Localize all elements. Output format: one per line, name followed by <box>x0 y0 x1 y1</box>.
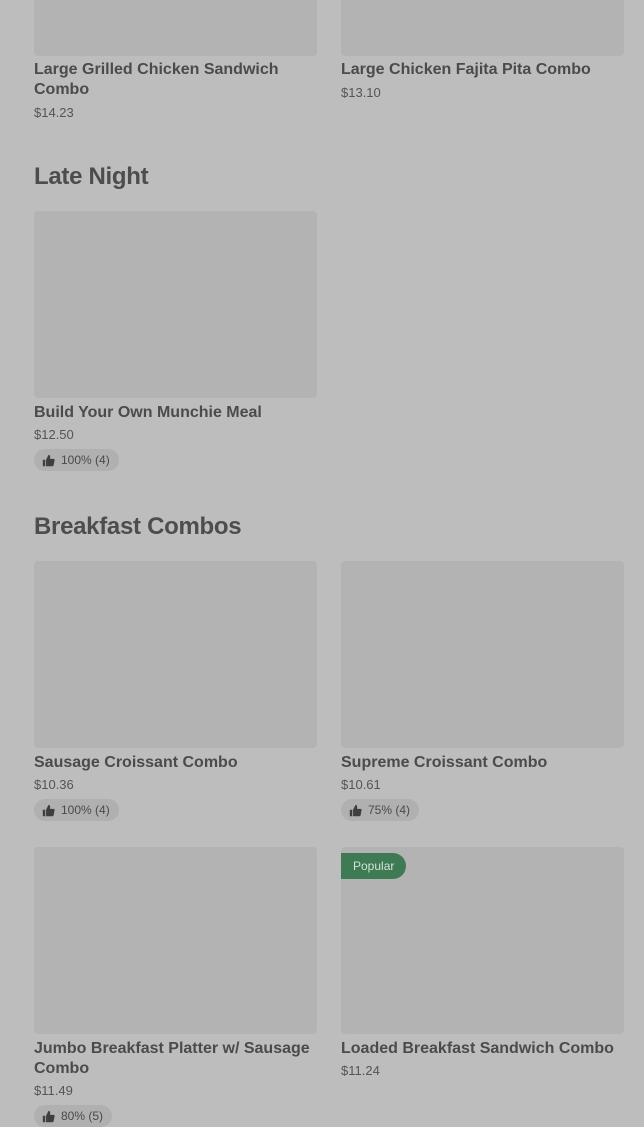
item-price: $14.23 <box>34 105 74 120</box>
rating-text: 100% (4) <box>61 803 110 817</box>
rating-badge: 80% (5) <box>34 1105 113 1127</box>
item-image <box>34 0 317 56</box>
rating-badge: 100% (4) <box>34 799 119 821</box>
item-image <box>341 561 624 748</box>
rating-text: 80% (5) <box>61 1109 104 1123</box>
item-name: Build Your Own Munchie Meal <box>34 404 262 421</box>
item-price: $11.49 <box>34 1083 73 1098</box>
item-name: Loaded Breakfast Sandwich Combo <box>341 1040 614 1057</box>
item-name: Large Grilled Chicken Sandwich Combo <box>34 61 279 98</box>
item-price: $13.10 <box>341 85 381 100</box>
item-image <box>34 847 317 1034</box>
item-name: Sausage Croissant Combo <box>34 754 238 771</box>
item-image <box>34 561 317 748</box>
thumbs-up-icon <box>42 1110 55 1123</box>
item-name: Large Chicken Fajita Pita Combo <box>341 61 591 78</box>
rating-text: 100% (4) <box>61 453 110 467</box>
thumbs-up-icon <box>42 454 55 467</box>
section-title: Breakfast Combos <box>34 513 242 540</box>
rating-text: 75% (4) <box>368 803 411 817</box>
item-image <box>34 211 317 398</box>
rating-badge: 75% (4) <box>341 799 420 821</box>
rating-badge: 100% (4) <box>34 449 119 471</box>
item-price: $10.61 <box>341 777 381 792</box>
item-price: $11.24 <box>341 1063 380 1078</box>
item-price: $12.50 <box>34 427 74 442</box>
thumbs-up-icon <box>42 804 55 817</box>
section-title: Late Night <box>34 163 149 190</box>
item-image <box>341 0 624 56</box>
popular-badge: Popular <box>341 853 407 879</box>
item-price: $10.36 <box>34 777 74 792</box>
thumbs-up-icon <box>349 804 362 817</box>
item-name: Supreme Croissant Combo <box>341 754 548 771</box>
item-name: Jumbo Breakfast Platter w/ Sausage Combo <box>34 1040 310 1077</box>
